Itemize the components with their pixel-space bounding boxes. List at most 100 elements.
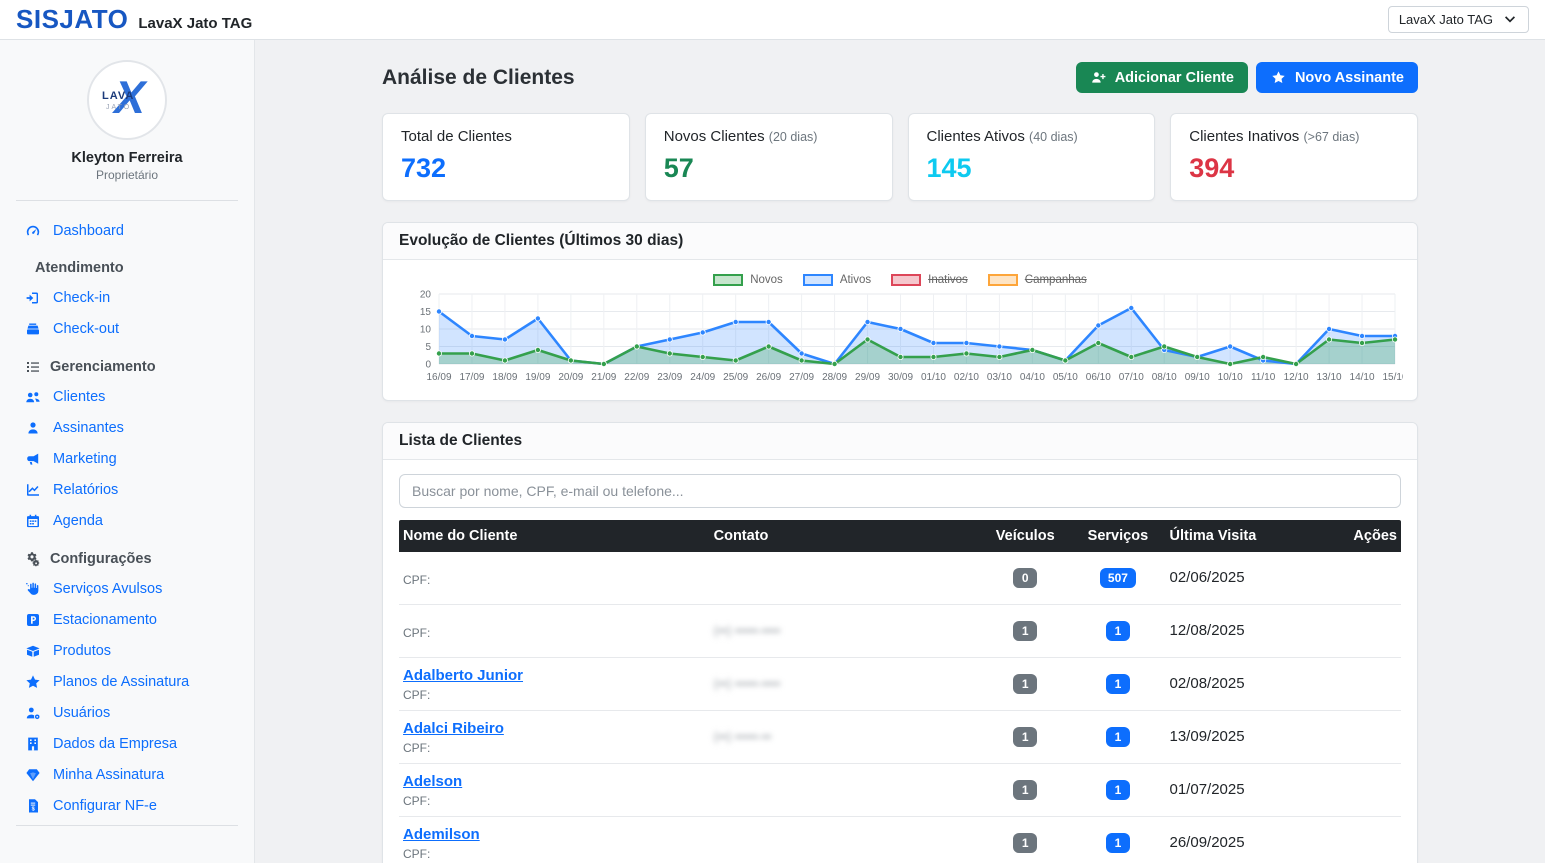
svg-text:06/10: 06/10 (1086, 372, 1111, 383)
sidebar-item-minha-assinatura[interactable]: Minha Assinatura (0, 759, 254, 790)
services-badge: 1 (1106, 833, 1130, 853)
sign-in-icon (24, 289, 41, 306)
sidebar-item-check-in[interactable]: Check-in (0, 282, 254, 313)
sidebar-item-assinantes[interactable]: Assinantes (0, 412, 254, 443)
table-row: AdelsonCPF: 1101/07/2025 (399, 764, 1401, 817)
svg-text:29/09: 29/09 (855, 372, 880, 383)
chart-card: Evolução de Clientes (Últimos 30 dias) N… (382, 222, 1418, 401)
legend-item-campanhas[interactable]: Campanhas (988, 274, 1087, 286)
user-plus-icon (1090, 69, 1107, 86)
row-actions (1321, 572, 1401, 584)
client-name-link[interactable]: Ademilson (403, 826, 480, 843)
client-name-link[interactable]: Adalci Ribeiro (403, 720, 504, 737)
main-content: Análise de Clientes Adicionar ClienteNov… (255, 40, 1545, 863)
client-cpf: CPF: (403, 573, 706, 587)
branch-selector[interactable]: LavaX Jato TAG (1388, 6, 1529, 33)
client-cpf: CPF: (403, 626, 706, 640)
stat-card-clientes-ativos: Clientes Ativos (40 dias)145 (908, 113, 1156, 201)
svg-text:28/09: 28/09 (822, 372, 847, 383)
sidebar-item-label: Planos de Assinatura (53, 674, 189, 690)
novo-assinante-button[interactable]: Novo Assinante (1256, 62, 1418, 93)
app-logo: SISJATO (16, 4, 128, 35)
legend-swatch (988, 274, 1018, 286)
stat-label: Clientes Ativos (40 dias) (927, 128, 1137, 145)
stat-card-novos-clientes: Novos Clientes (20 dias)57 (645, 113, 893, 201)
legend-item-novos[interactable]: Novos (713, 274, 783, 286)
stat-sublabel: (40 dias) (1029, 130, 1078, 144)
svg-text:19/09: 19/09 (525, 372, 550, 383)
svg-text:27/09: 27/09 (789, 372, 814, 383)
sidebar-item-estacionamento[interactable]: Estacionamento (0, 604, 254, 635)
sidebar-item-check-out[interactable]: Check-out (0, 313, 254, 344)
sidebar-item-configurar-nf-e[interactable]: $Configurar NF-e (0, 790, 254, 821)
legend-item-ativos[interactable]: Ativos (803, 274, 871, 286)
stat-label: Novos Clientes (20 dias) (664, 128, 874, 145)
last-visit-date: 01/07/2025 (1170, 781, 1245, 798)
clients-list-body: Nome do ClienteContatoVeículosServiçosÚl… (383, 460, 1417, 863)
row-actions (1321, 837, 1401, 849)
svg-text:14/10: 14/10 (1350, 372, 1375, 383)
legend-label: Novos (750, 274, 783, 286)
chart-card-body: Novos Ativos Inativos Campanhas 0510152016/… (383, 260, 1417, 400)
sidebar-item-label: Clientes (53, 389, 105, 405)
svg-text:15/10: 15/10 (1382, 372, 1403, 383)
column-header-nome-do-cliente: Nome do Cliente (399, 520, 710, 552)
table-row: AdemilsonCPF: 1126/09/2025 (399, 817, 1401, 863)
sidebar-item-clientes[interactable]: Clientes (0, 381, 254, 412)
legend-item-inativos[interactable]: Inativos (891, 274, 968, 286)
last-visit-date: 13/09/2025 (1170, 728, 1245, 745)
svg-text:08/10: 08/10 (1152, 372, 1177, 383)
client-cpf: CPF: (403, 741, 706, 755)
sidebar-item-label: Serviços Avulsos (53, 581, 162, 597)
column-header-veiculos: Veículos (980, 520, 1070, 552)
company-name: LavaX Jato TAG (138, 15, 252, 32)
client-contact: (••) •••••-•••• (714, 676, 781, 691)
sidebar-item-relatorios[interactable]: Relatórios (0, 474, 254, 505)
sidebar-item-marketing[interactable]: Marketing (0, 443, 254, 474)
profile-name: Kleyton Ferreira (0, 150, 254, 166)
svg-text:13/10: 13/10 (1317, 372, 1342, 383)
svg-text:11/10: 11/10 (1251, 372, 1276, 383)
svg-text:02/10: 02/10 (954, 372, 979, 383)
clients-evolution-chart: 0510152016/0917/0918/0919/0920/0921/0922… (399, 288, 1403, 388)
vehicles-badge: 1 (1013, 674, 1037, 694)
last-visit-date: 26/09/2025 (1170, 834, 1245, 851)
sidebar-item-label: Agenda (53, 513, 103, 529)
sidebar-item-dados-da-empresa[interactable]: Dados da Empresa (0, 728, 254, 759)
sidebar-nav: DashboardAtendimentoCheck-inCheck-outGer… (0, 209, 254, 821)
search-input[interactable] (399, 474, 1401, 508)
svg-text:23/09: 23/09 (657, 372, 682, 383)
services-badge: 1 (1106, 780, 1130, 800)
sidebar-item-produtos[interactable]: Produtos (0, 635, 254, 666)
legend-label: Ativos (840, 274, 871, 286)
sidebar-item-dashboard[interactable]: Dashboard (0, 215, 254, 246)
client-name-link[interactable]: Adalberto Junior (403, 667, 523, 684)
client-cpf: CPF: (403, 688, 706, 702)
table-row: CPF: 050702/06/2025 (399, 552, 1401, 605)
chart-legend: Novos Ativos Inativos Campanhas (399, 274, 1401, 286)
sidebar-heading-configuracoes: Configurações (0, 536, 254, 573)
clients-table: Nome do ClienteContatoVeículosServiçosÚl… (399, 520, 1401, 863)
table-row: CPF: (••) •••••-••••1112/08/2025 (399, 605, 1401, 658)
cash-register-icon (24, 320, 41, 337)
sidebar-item-label: Minha Assinatura (53, 767, 164, 783)
sidebar-item-servicos-avulsos[interactable]: Serviços Avulsos (0, 573, 254, 604)
sidebar-item-agenda[interactable]: Agenda (0, 505, 254, 536)
client-name-link[interactable]: Adelson (403, 773, 462, 790)
svg-text:22/09: 22/09 (624, 372, 649, 383)
svg-text:09/10: 09/10 (1185, 372, 1210, 383)
user-icon (24, 419, 41, 436)
star-icon (1270, 69, 1287, 86)
vehicles-badge: 1 (1013, 621, 1037, 641)
vehicles-badge: 1 (1013, 833, 1037, 853)
legend-swatch (713, 274, 743, 286)
sidebar-item-usuarios[interactable]: Usuários (0, 697, 254, 728)
gears-icon (24, 550, 41, 567)
svg-text:12/10: 12/10 (1284, 372, 1309, 383)
adicionar-cliente-button[interactable]: Adicionar Cliente (1076, 62, 1248, 93)
sidebar-item-planos-de-assinatura[interactable]: Planos de Assinatura (0, 666, 254, 697)
sidebar-item-label: Assinantes (53, 420, 124, 436)
column-header-acoes: Ações (1321, 520, 1401, 552)
box-open-icon (24, 642, 41, 659)
vehicles-badge: 1 (1013, 727, 1037, 747)
